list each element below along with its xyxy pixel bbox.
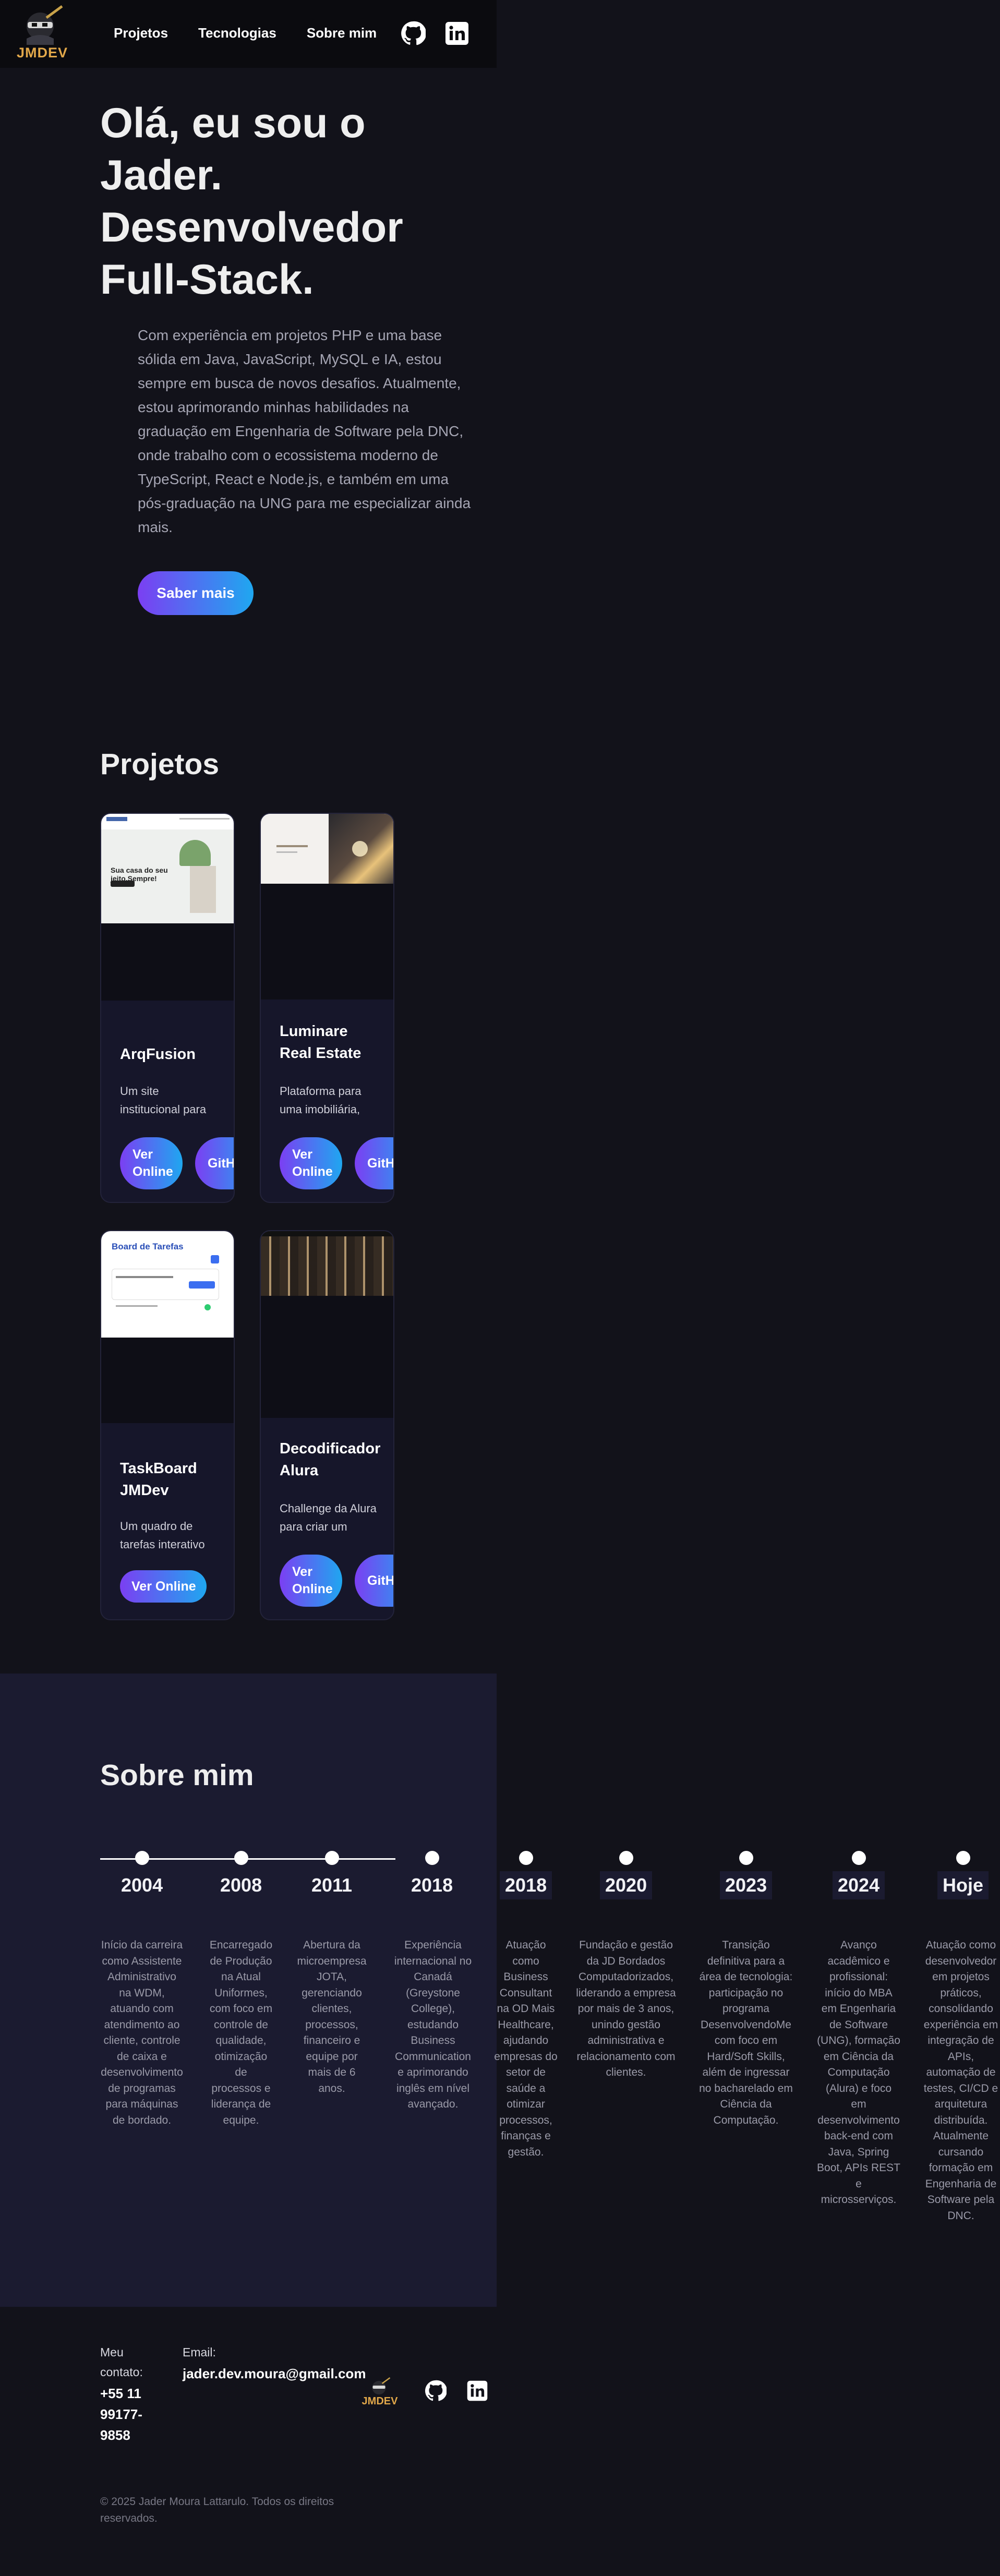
- about-title: Sobre mim: [100, 1759, 254, 1792]
- timeline-description: Fundação e gestão da JD Bordados Computa…: [576, 1939, 676, 2078]
- github-button[interactable]: GitHub: [195, 1137, 234, 1189]
- project-card-taskboard: Board de Tarefas TaskBoard JMDev Um quad…: [100, 1230, 235, 1620]
- footer-logo[interactable]: JMDEV: [360, 2377, 400, 2410]
- project-thumbnail: [261, 1231, 393, 1296]
- timeline-dot: [619, 1851, 633, 1865]
- project-thumbnail: Board de Tarefas: [101, 1231, 234, 1338]
- timeline-description: Transição definitiva para a área de tecn…: [699, 1939, 793, 2126]
- project-title: ArqFusion: [120, 1046, 196, 1063]
- hero-description: Com experiência em projetos PHP e uma ba…: [138, 327, 471, 535]
- logo-text: JMDEV: [16, 45, 68, 61]
- contact-label: Meu contato:: [100, 2345, 143, 2379]
- thumb-title: Board de Tarefas: [112, 1242, 184, 1251]
- ver-online-button[interactable]: Ver Online: [120, 1137, 183, 1189]
- linkedin-icon[interactable]: [444, 21, 469, 46]
- timeline-year: 2011: [306, 1871, 358, 1899]
- github-button[interactable]: GitHub: [355, 1137, 393, 1189]
- project-description: Plataforma para uma imobiliária, com lis…: [280, 1085, 362, 1116]
- project-thumbnail: [261, 814, 393, 884]
- timeline-description: Atuação como desenvolvedor em projetos p…: [923, 1939, 998, 2222]
- email-label: Email:: [183, 2345, 216, 2359]
- timeline-description: Atuação como Business Consultant na OD M…: [494, 1939, 558, 2158]
- project-description: Challenge da Alura para criar um decodif…: [280, 1502, 377, 1533]
- timeline-dot: [324, 1851, 339, 1865]
- timeline-dot: [851, 1851, 866, 1865]
- nav-sobre-mim[interactable]: Sobre mim: [307, 25, 377, 41]
- nav-tecnologias[interactable]: Tecnologias: [198, 25, 276, 41]
- timeline-item: 2024: [833, 1851, 885, 1899]
- timeline-year: 2004: [116, 1871, 168, 1899]
- timeline-description: Encarregado de Produção na Atual Uniform…: [209, 1939, 273, 2126]
- project-title: Decodificador Alura: [280, 1440, 381, 1479]
- main-nav: Projetos Tecnologias Sobre mim: [114, 25, 377, 41]
- timeline-year: 2024: [833, 1871, 885, 1899]
- timeline-year: Hoje: [937, 1871, 989, 1899]
- timeline-description: Abertura da microempresa JOTA, gerencian…: [297, 1939, 367, 2094]
- ver-online-button[interactable]: Ver Online: [280, 1555, 342, 1607]
- project-title: Luminare Real Estate: [280, 1023, 362, 1062]
- site-header: JMDEV Projetos Tecnologias Sobre mim: [0, 0, 497, 68]
- timeline-year: 2018: [406, 1871, 459, 1899]
- project-description: Um site institucional para um escritório…: [120, 1085, 207, 1116]
- projects-title: Projetos: [100, 748, 220, 781]
- footer-logo-text: JMDEV: [362, 2396, 398, 2407]
- timeline-dot: [425, 1851, 439, 1865]
- timeline-item: 2020: [600, 1851, 653, 1899]
- project-title: TaskBoard JMDev: [120, 1460, 197, 1499]
- timeline-item: 2011: [306, 1851, 358, 1899]
- project-description: Um quadro de tarefas interativo para org…: [120, 1520, 205, 1551]
- ninja-logo-icon: [27, 5, 63, 45]
- project-thumbnail: Sua casa do seu jeito.Sempre!: [101, 814, 234, 923]
- social-links: [401, 21, 469, 46]
- timeline-year: 2018: [500, 1871, 552, 1899]
- timeline-description: Experiência internacional no Canadá (Gre…: [394, 1939, 472, 2110]
- timeline-item: Hoje: [937, 1851, 989, 1899]
- timeline-year: 2020: [600, 1871, 653, 1899]
- timeline-dot: [739, 1851, 753, 1865]
- timeline-dot: [956, 1851, 970, 1865]
- github-button[interactable]: GitHub: [355, 1555, 393, 1607]
- email-link[interactable]: jader.dev.moura@gmail.com: [183, 2363, 366, 2384]
- linkedin-icon[interactable]: [466, 2380, 488, 2402]
- phone-number[interactable]: +55 11 99177-9858: [100, 2383, 158, 2446]
- timeline-item: 2018: [500, 1851, 552, 1899]
- timeline-item: 2023: [720, 1851, 773, 1899]
- logo[interactable]: JMDEV: [13, 3, 70, 65]
- ninja-logo-icon: [372, 2377, 391, 2394]
- hero-title: Olá, eu sou o Jader. Desenvolvedor Full-…: [100, 100, 403, 303]
- timeline-year: 2023: [720, 1871, 773, 1899]
- project-card-arqfusion: Sua casa do seu jeito.Sempre! ArqFusion …: [100, 813, 235, 1203]
- timeline-dot: [519, 1851, 533, 1865]
- site-footer: [0, 2307, 497, 2576]
- copyright: © 2025 Jader Moura Lattarulo. Todos os d…: [100, 2496, 334, 2524]
- project-card-luminare: Luminare Real Estate Plataforma para uma…: [260, 813, 394, 1203]
- timeline-description: Avanço acadêmico e profissional: início …: [817, 1939, 900, 2206]
- timeline-dot: [135, 1851, 149, 1865]
- github-icon[interactable]: [401, 21, 427, 46]
- ver-online-button[interactable]: Ver Online: [280, 1137, 342, 1189]
- nav-projetos[interactable]: Projetos: [114, 25, 168, 41]
- timeline-item: 2008: [215, 1851, 268, 1899]
- timeline-item: 2018: [406, 1851, 459, 1899]
- timeline-dot: [234, 1851, 248, 1865]
- github-icon[interactable]: [425, 2380, 448, 2402]
- timeline-year: 2008: [215, 1871, 268, 1899]
- timeline-item: 2004: [116, 1851, 168, 1899]
- project-card-decodificador: Decodificador Alura Challenge da Alura p…: [260, 1230, 394, 1620]
- timeline-description: Início da carreira como Assistente Admin…: [101, 1939, 183, 2126]
- saber-mais-button[interactable]: Saber mais: [138, 571, 254, 615]
- ver-online-button[interactable]: Ver Online: [120, 1570, 207, 1603]
